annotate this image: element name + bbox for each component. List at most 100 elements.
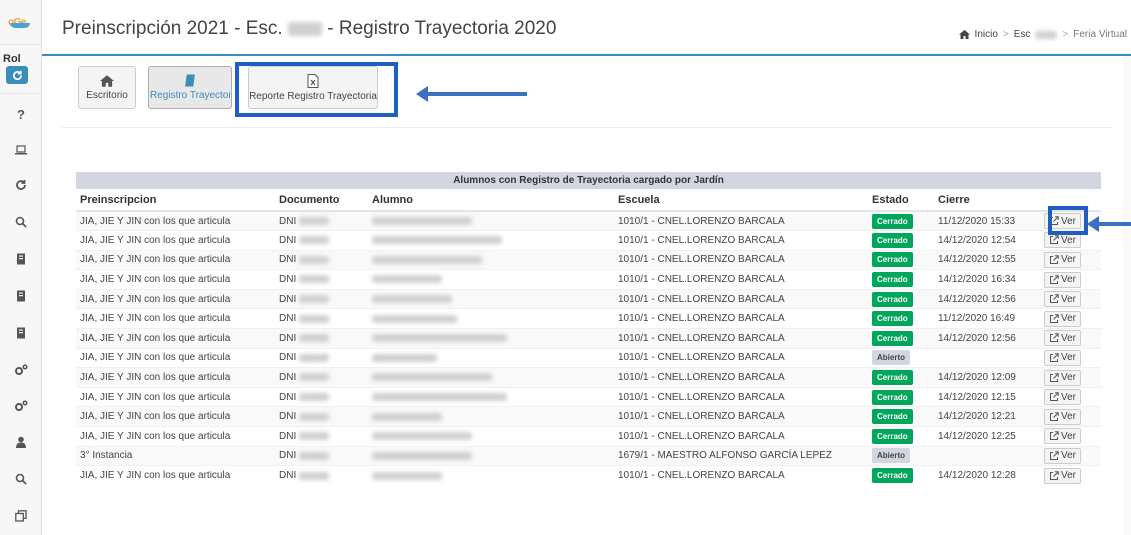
dni-label: DNI [279, 430, 297, 442]
ver-button[interactable]: Ver [1044, 467, 1082, 484]
dni-label: DNI [279, 391, 297, 403]
table-row[interactable]: JIA, JIE Y JIN con los que articula DNI 10… [76, 210, 1101, 231]
ver-label: Ver [1061, 293, 1077, 305]
ver-button[interactable]: Ver [1044, 447, 1082, 464]
table-row[interactable]: JIA, JIE Y JIN con los que articula DNI 10… [76, 269, 1101, 290]
col-escuela[interactable]: Escuela [614, 189, 868, 212]
redacted-student-name [372, 393, 507, 401]
cell-estado: Cerrado [868, 367, 934, 388]
redacted-dni [299, 295, 330, 304]
table-row[interactable]: JIA, JIE Y JIN con los que articula DNI 10… [76, 465, 1101, 486]
cell-preinscripcion: JIA, JIE Y JIN con los que articula [76, 465, 275, 486]
cell-acciones: Ver [1040, 269, 1101, 290]
cell-estado: Cerrado [868, 328, 934, 349]
book-icon[interactable] [0, 249, 42, 269]
ver-label: Ver [1061, 372, 1077, 384]
cogs-icon[interactable] [0, 360, 42, 380]
status-badge: Cerrado [872, 468, 913, 484]
title-suffix: - Registro Trayectoria 2020 [327, 18, 557, 39]
ver-button[interactable]: Ver [1044, 310, 1082, 327]
breadcrumb-school[interactable]: Esc [1014, 29, 1031, 40]
redacted-dni [299, 471, 330, 480]
table-row[interactable]: 3° Instancia DNI 1679/1 - MAESTRO ALFONSO … [76, 445, 1101, 466]
ver-button[interactable]: Ver [1044, 330, 1082, 347]
table-row[interactable]: JIA, JIE Y JIN con los que articula DNI 10… [76, 406, 1101, 427]
escritorio-button[interactable]: Escritorio [78, 66, 136, 109]
cell-escuela: 1010/1 - CNEL.LORENZO BARCALA [614, 328, 868, 349]
cell-escuela: 1010/1 - CNEL.LORENZO BARCALA [614, 210, 868, 231]
table-row[interactable]: JIA, JIE Y JIN con los que articula DNI 10… [76, 347, 1101, 368]
ver-button[interactable]: Ver [1044, 428, 1082, 445]
ver-label: Ver [1061, 332, 1077, 344]
cell-preinscripcion: JIA, JIE Y JIN con los que articula [76, 406, 275, 427]
table-row[interactable]: JIA, JIE Y JIN con los que articula DNI 10… [76, 386, 1101, 407]
cell-documento: DNI [275, 386, 368, 407]
cell-cierre: 14/12/2020 16:34 [934, 269, 1040, 290]
external-link-icon [1050, 333, 1059, 343]
search-icon[interactable] [0, 212, 42, 232]
col-estado[interactable]: Estado [868, 189, 934, 212]
question-icon[interactable]: ? [0, 104, 42, 124]
cell-documento: DNI [275, 445, 368, 466]
external-link-icon [1050, 274, 1059, 284]
cell-documento: DNI [275, 288, 368, 309]
ver-button[interactable]: Ver [1044, 291, 1082, 308]
redacted-dni [299, 373, 330, 382]
logo-swoosh [10, 23, 30, 28]
oge-logo[interactable]: oGe [8, 12, 34, 30]
table-row[interactable]: JIA, JIE Y JIN con los que articula DNI 10… [76, 308, 1101, 329]
rol-refresh-button[interactable] [6, 66, 28, 84]
ver-button[interactable]: Ver [1044, 408, 1082, 425]
dni-label: DNI [279, 470, 297, 482]
ver-button[interactable]: Ver [1044, 271, 1082, 288]
table-row[interactable]: JIA, JIE Y JIN con los que articula DNI 10… [76, 249, 1101, 270]
cell-escuela: 1010/1 - CNEL.LORENZO BARCALA [614, 308, 868, 329]
cell-documento: DNI [275, 426, 368, 447]
status-badge: Cerrado [872, 428, 913, 444]
cell-documento: DNI [275, 210, 368, 231]
dni-label: DNI [279, 332, 297, 344]
cogs-icon[interactable] [0, 396, 42, 416]
table-row[interactable]: JIA, JIE Y JIN con los que articula DNI 10… [76, 288, 1101, 309]
table-row[interactable]: JIA, JIE Y JIN con los que articula DNI 10… [76, 230, 1101, 251]
col-alumno[interactable]: Alumno [368, 189, 614, 212]
ver-button[interactable]: Ver [1044, 349, 1082, 366]
ver-label: Ver [1061, 430, 1077, 442]
sidebar-divider [0, 44, 42, 45]
cell-escuela: 1010/1 - CNEL.LORENZO BARCALA [614, 465, 868, 486]
scrollbar[interactable] [1123, 56, 1131, 535]
ver-button[interactable]: Ver [1044, 389, 1082, 406]
book-icon[interactable] [0, 286, 42, 306]
user-icon[interactable] [0, 432, 42, 452]
cell-escuela: 1010/1 - CNEL.LORENZO BARCALA [614, 367, 868, 388]
ver-button[interactable]: Ver [1044, 369, 1082, 386]
cell-alumno [368, 445, 614, 466]
breadcrumb-home[interactable]: Inicio [975, 29, 998, 40]
external-link-icon [1050, 314, 1059, 323]
cell-estado: Cerrado [868, 308, 934, 329]
cell-acciones: Ver [1040, 465, 1101, 486]
col-preinscripcion[interactable]: Preinscripcion [76, 189, 275, 212]
cell-estado: Cerrado [868, 288, 934, 309]
table-row[interactable]: JIA, JIE Y JIN con los que articula DNI 10… [76, 367, 1101, 388]
clone-icon[interactable] [0, 506, 42, 526]
table-row[interactable]: JIA, JIE Y JIN con los que articula DNI 10… [76, 328, 1101, 349]
refresh-icon[interactable] [0, 175, 42, 195]
status-badge: Cerrado [872, 311, 913, 327]
cell-cierre: 14/12/2020 12:15 [934, 386, 1040, 407]
table-row[interactable]: JIA, JIE Y JIN con los que articula DNI 10… [76, 426, 1101, 447]
cell-documento: DNI [275, 328, 368, 349]
annotation-highlight-reporte [235, 62, 398, 117]
cell-alumno [368, 426, 614, 447]
cell-preinscripcion: JIA, JIE Y JIN con los que articula [76, 308, 275, 329]
ver-button[interactable]: Ver [1044, 251, 1082, 268]
search-icon[interactable] [0, 469, 42, 489]
redacted-student-name [372, 373, 492, 382]
col-documento[interactable]: Documento [275, 189, 368, 212]
registro-trayectoria-button[interactable]: Registro Trayectoria [148, 66, 232, 109]
book-icon[interactable] [0, 323, 42, 343]
cell-estado: Abierto [868, 445, 934, 466]
cell-cierre: 14/12/2020 12:56 [934, 288, 1040, 309]
laptop-icon[interactable] [0, 140, 42, 160]
col-cierre[interactable]: Cierre [934, 189, 1040, 212]
